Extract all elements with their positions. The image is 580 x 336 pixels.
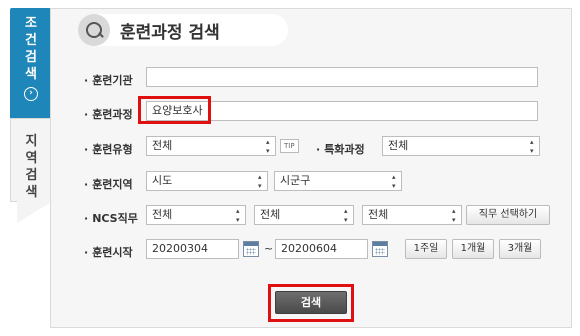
ncs-level1-select[interactable]: 전체 — [146, 205, 246, 225]
region-label: 훈련지역 — [84, 176, 132, 192]
start-to-input[interactable]: 20200604 — [275, 239, 368, 259]
start-label: 훈련시작 — [84, 244, 132, 260]
start-from-input[interactable]: 20200304 — [146, 239, 239, 259]
tab-region-search[interactable]: 지 역 검 색 — [10, 118, 53, 223]
ncs-level3-select[interactable]: 전체 — [362, 205, 462, 225]
page-title: 훈련과정 검색 — [120, 23, 220, 43]
range-1week-button[interactable]: 1주일 — [405, 239, 447, 259]
tab-char: 색 — [25, 185, 38, 200]
institution-label: 훈련기관 — [84, 72, 132, 88]
tab-char: 검 — [25, 168, 38, 183]
course-label: 훈련과정 — [84, 106, 132, 122]
ncs-select-button[interactable]: 직무 선택하기 — [466, 205, 550, 225]
search-button-highlight — [268, 284, 354, 322]
training-type-label: 훈련유형 — [84, 141, 132, 157]
tab-char: 역 — [25, 151, 38, 166]
search-panel — [50, 8, 572, 328]
range-1month-button[interactable]: 1개월 — [452, 239, 494, 259]
ncs-level2-select[interactable]: 전체 — [254, 205, 354, 225]
institution-input[interactable] — [146, 67, 538, 87]
chevron-right-icon: › — [24, 87, 38, 101]
calendar-icon[interactable] — [243, 241, 259, 257]
tab-condition-search[interactable]: 조 건 검 색 › — [10, 8, 52, 130]
tab-char: 색 — [25, 67, 37, 82]
tab-char: 검 — [25, 50, 37, 65]
date-separator: ~ — [264, 242, 274, 255]
special-course-select[interactable]: 전체 — [382, 136, 540, 156]
calendar-icon[interactable] — [372, 241, 388, 257]
ncs-label: NCS직무 — [84, 210, 138, 226]
tab-char: 지 — [25, 134, 38, 149]
special-course-label: 특화과정 — [316, 141, 364, 157]
tab-char: 건 — [25, 33, 37, 48]
tip-badge[interactable]: TIP — [280, 139, 299, 153]
sido-select[interactable]: 시도 — [146, 171, 268, 191]
range-3month-button[interactable]: 3개월 — [499, 239, 541, 259]
training-type-select[interactable]: 전체 — [146, 136, 276, 156]
sigungu-select[interactable]: 시군구 — [274, 171, 402, 191]
search-help-icon — [78, 14, 110, 46]
course-input-highlight — [138, 96, 211, 124]
tab-char: 조 — [25, 16, 37, 31]
